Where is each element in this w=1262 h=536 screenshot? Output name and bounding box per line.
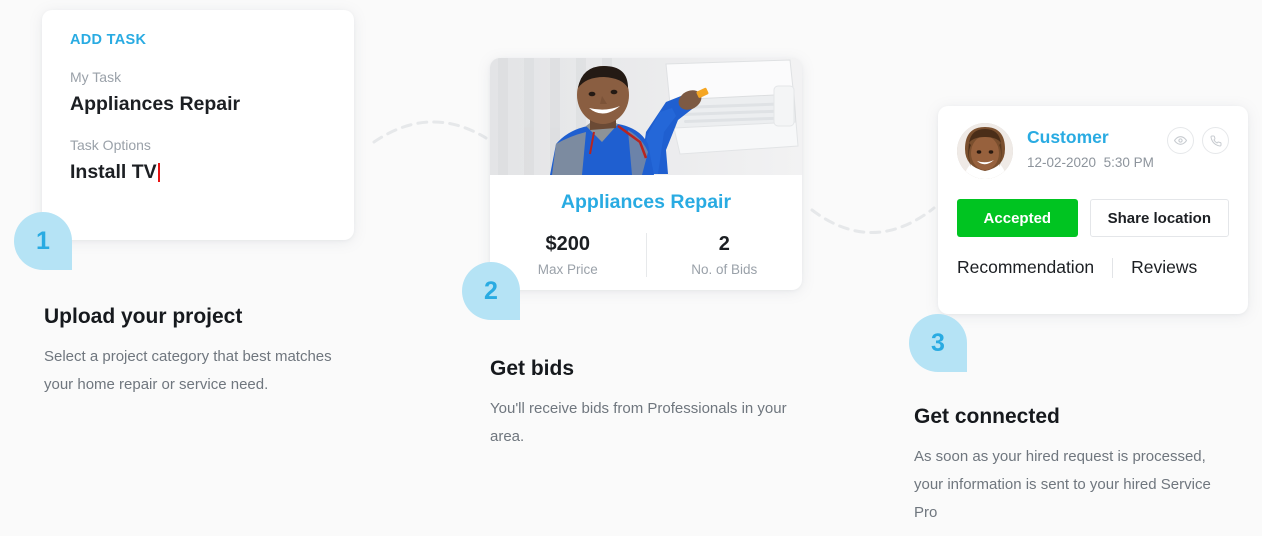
customer-time: 5:30 PM (1103, 155, 1154, 170)
step-3-description: As soon as your hired request is process… (914, 448, 1211, 522)
avatar (957, 123, 1013, 179)
step-text-1: Upload your project Select a project cat… (44, 305, 344, 399)
add-task-heading: ADD TASK (70, 32, 147, 48)
text-caret (157, 163, 160, 182)
bid-card-stats: $200 Max Price 2 No. of Bids (490, 233, 802, 277)
accepted-button[interactable]: Accepted (957, 199, 1078, 237)
eye-icon[interactable] (1167, 127, 1194, 154)
task-options-field: Task Options Install TV (70, 137, 326, 184)
step-2-title: Get bids (490, 357, 575, 380)
customer-date: 12-02-2020 (1027, 155, 1097, 170)
my-task-label: My Task (70, 69, 122, 85)
bid-card[interactable]: Appliances Repair $200 Max Price 2 No. o… (490, 58, 802, 290)
step-badge-2: 2 (462, 262, 520, 320)
my-task-field: My Task Appliances Repair (70, 69, 326, 116)
no-of-bids-value: 2 (718, 233, 730, 255)
tab-divider (1112, 257, 1114, 278)
task-options-label: Task Options (70, 137, 151, 153)
bid-card-body: Appliances Repair $200 Max Price 2 No. o… (490, 175, 802, 277)
step-text-3: Get connected As soon as your hired requ… (914, 405, 1214, 528)
how-it-works-section: ADD TASK My Task Appliances Repair Task … (0, 0, 1262, 536)
max-price-value: $200 (545, 233, 591, 255)
step-badge-1: 1 (14, 212, 72, 270)
customer-action-icons (1167, 123, 1229, 154)
tab-reviews[interactable]: Reviews (1131, 257, 1197, 278)
step-text-2: Get bids You'll receive bids from Profes… (490, 357, 790, 451)
customer-name: Customer (1027, 127, 1109, 147)
step-3-title: Get connected (914, 405, 1060, 428)
connector-arc-2 (810, 206, 936, 234)
customer-timestamp: 12-02-2020 5:30 PM (1027, 155, 1167, 170)
step-1-description: Select a project category that best matc… (44, 348, 332, 394)
my-task-value-row[interactable]: Appliances Repair (70, 93, 326, 116)
no-of-bids-label: No. of Bids (691, 262, 758, 277)
share-location-button[interactable]: Share location (1089, 199, 1229, 237)
phone-icon[interactable] (1202, 127, 1229, 154)
task-options-value: Install TV (70, 161, 157, 183)
add-task-card-body: ADD TASK My Task Appliances Repair Task … (42, 10, 354, 184)
tab-recommendation[interactable]: Recommendation (957, 257, 1094, 278)
stat-no-of-bids: 2 No. of Bids (645, 233, 803, 277)
bid-card-title: Appliances Repair (560, 191, 732, 213)
customer-meta: Customer 12-02-2020 5:30 PM (1027, 123, 1167, 170)
customer-tabs: Recommendation Reviews (957, 257, 1229, 278)
my-task-value: Appliances Repair (70, 93, 241, 115)
customer-card: Customer 12-02-2020 5:30 PM Accepted Sha… (938, 106, 1248, 314)
task-options-input[interactable]: Install TV (70, 161, 326, 184)
step-badge-3: 3 (909, 314, 967, 372)
bid-card-photo (490, 58, 802, 175)
add-task-card: ADD TASK My Task Appliances Repair Task … (42, 10, 354, 240)
connector-arc-1 (372, 120, 488, 144)
step-1-title: Upload your project (44, 305, 243, 328)
customer-header: Customer 12-02-2020 5:30 PM (957, 123, 1229, 179)
customer-actions: Accepted Share location (957, 199, 1229, 237)
step-2-description: You'll receive bids from Professionals i… (490, 400, 787, 446)
stat-max-price: $200 Max Price (490, 233, 646, 277)
customer-card-body: Customer 12-02-2020 5:30 PM Accepted Sha… (938, 106, 1248, 278)
